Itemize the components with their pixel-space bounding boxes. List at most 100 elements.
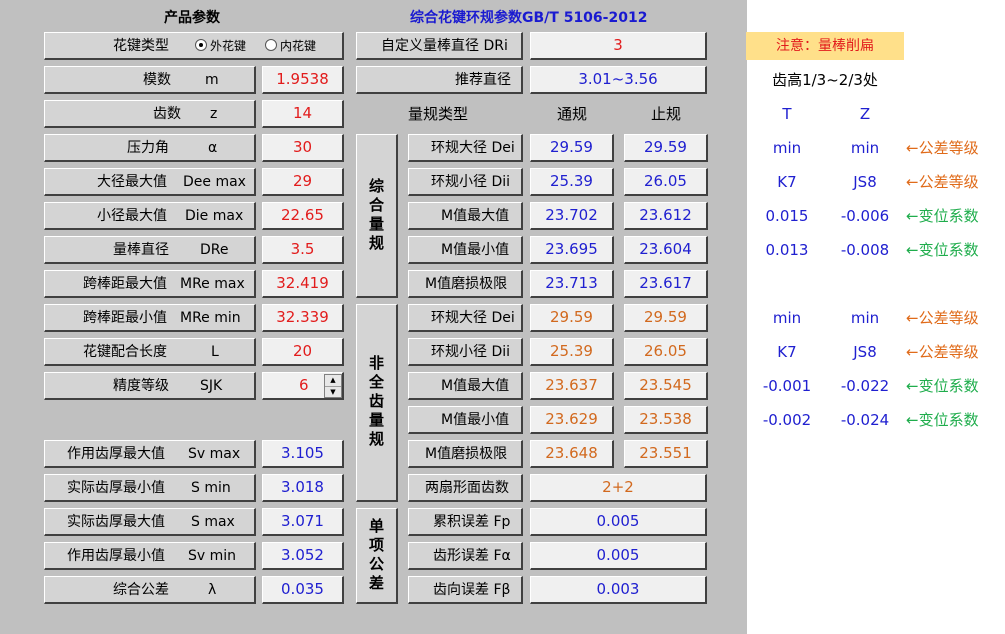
nc-row-mmin: M值最小值 [408, 406, 523, 434]
param-label-teeth: 齿数 z [44, 100, 256, 128]
comp-row-wear: M值磨损极限 [408, 270, 523, 298]
spline-type-label: 花键类型 [113, 38, 169, 54]
single-value-fbeta: 0.003 [530, 576, 707, 604]
side2-z-1: JS8 [853, 343, 877, 361]
ring-gauge-header: 综合花键环规参数GB/T 5106-2012 [410, 10, 648, 26]
radio-empty-icon [265, 39, 277, 51]
side1-z-2: -0.006 [840, 207, 890, 225]
radio-selected-icon [195, 39, 207, 51]
tol-value-lambda: 0.035 [262, 576, 344, 604]
tol-value-sv-min: 3.052 [262, 542, 344, 570]
side2-note-2: ←变位系数 [906, 377, 979, 395]
side1-t-2: 0.015 [765, 207, 809, 225]
side1-t-0: min [772, 139, 802, 157]
side1-note-3: ←变位系数 [906, 241, 979, 259]
nc-row-wear: M值磨损极限 [408, 440, 523, 468]
notice-badge: 注意：量棒削扁 [746, 32, 904, 60]
recommend-label: 推荐直径 [356, 66, 523, 94]
side2-t-2: -0.001 [762, 377, 812, 395]
side1-z-1: JS8 [853, 173, 877, 191]
side1-note-2: ←变位系数 [906, 207, 979, 225]
nc-nogo-mmin: 23.538 [624, 406, 708, 434]
param-value-pressure-angle[interactable]: 30 [262, 134, 344, 162]
col-header-t: T [782, 105, 792, 123]
param-value-minor-dia[interactable]: 22.65 [262, 202, 344, 230]
accuracy-spinner[interactable]: ▲ ▼ [324, 374, 342, 398]
tol-label-s-max: 实际齿厚最大值 S max [44, 508, 256, 536]
side2-note-3: ←变位系数 [906, 411, 979, 429]
param-value-length[interactable]: 20 [262, 338, 344, 366]
comp-go-dii: 25.39 [530, 168, 614, 196]
external-spline-radio[interactable]: 外花键 [195, 33, 246, 59]
nc-go-dei: 29.59 [530, 304, 614, 332]
comp-go-wear: 23.713 [530, 270, 614, 298]
nc-go-mmin: 23.629 [530, 406, 614, 434]
nc-nogo-mmax: 23.545 [624, 372, 708, 400]
side2-t-3: -0.002 [762, 411, 812, 429]
comp-go-mmax: 23.702 [530, 202, 614, 230]
comp-nogo-mmin: 23.604 [624, 236, 708, 264]
param-label-accuracy: 精度等级 SJK [44, 372, 256, 400]
tol-label-sv-max: 作用齿厚最大值 Sv max [44, 440, 256, 468]
param-value-teeth[interactable]: 14 [262, 100, 344, 128]
spline-type-row: 花键类型 外花键 内花键 [44, 32, 344, 60]
param-value-major-dia[interactable]: 29 [262, 168, 344, 196]
tol-value-sv-max: 3.105 [262, 440, 344, 468]
tol-label-sv-min: 作用齿厚最小值 Sv min [44, 542, 256, 570]
comp-go-dei: 29.59 [530, 134, 614, 162]
param-label-minor-dia: 小径最大值 Die max [44, 202, 256, 230]
col-header-z: Z [859, 105, 871, 123]
main-panel: 产品参数 综合花键环规参数GB/T 5106-2012 花键类型 外花键 内花键… [0, 0, 747, 634]
custom-dri-label: 自定义量棒直径 DRi [356, 32, 523, 60]
recommend-value: 3.01~3.56 [530, 66, 707, 94]
param-value-mre-max[interactable]: 32.419 [262, 270, 344, 298]
comp-nogo-wear: 23.617 [624, 270, 708, 298]
comp-row-dii: 环规小径 Dii [408, 168, 523, 196]
single-tolerance-title: 单项公差 [356, 508, 398, 604]
product-params-header: 产品参数 [164, 10, 220, 26]
comp-row-mmin: M值最小值 [408, 236, 523, 264]
side2-z-3: -0.024 [840, 411, 890, 429]
tol-label-s-min: 实际齿厚最小值 S min [44, 474, 256, 502]
side1-t-1: K7 [777, 173, 797, 191]
nogo-gauge-header: 止规 [650, 105, 681, 123]
nc-go-dii: 25.39 [530, 338, 614, 366]
param-label-mre-max: 跨棒距最大值 MRe max [44, 270, 256, 298]
single-row-falpha: 齿形误差 Fα [408, 542, 523, 570]
spin-down-icon[interactable]: ▼ [325, 387, 341, 398]
nc-sector-value: 2+2 [530, 474, 707, 502]
tol-value-s-min: 3.018 [262, 474, 344, 502]
side2-note-0: ←公差等级 [906, 309, 979, 327]
side1-note-0: ←公差等级 [906, 139, 979, 157]
param-label-pressure-angle: 压力角 α [44, 134, 256, 162]
nc-nogo-dei: 29.59 [624, 304, 708, 332]
comp-go-mmin: 23.695 [530, 236, 614, 264]
comp-nogo-mmax: 23.612 [624, 202, 708, 230]
spin-up-icon[interactable]: ▲ [325, 375, 341, 387]
side2-z-0: min [850, 309, 880, 327]
param-value-modulus[interactable]: 1.9538 [262, 66, 344, 94]
internal-spline-radio[interactable]: 内花键 [265, 33, 316, 59]
side1-t-3: 0.013 [765, 241, 809, 259]
nc-row-dei: 环规大径 Dei [408, 304, 523, 332]
gauge-type-label: 量规类型 [408, 105, 469, 123]
param-value-mre-min[interactable]: 32.339 [262, 304, 344, 332]
side2-t-0: min [772, 309, 802, 327]
nc-nogo-dii: 26.05 [624, 338, 708, 366]
param-label-major-dia: 大径最大值 Dee max [44, 168, 256, 196]
tol-label-lambda: 综合公差 λ [44, 576, 256, 604]
side2-t-1: K7 [777, 343, 797, 361]
param-label-modulus: 模数 m [44, 66, 256, 94]
single-row-fp: 累积误差 Fp [408, 508, 523, 536]
side1-z-0: min [850, 139, 880, 157]
custom-dri-value[interactable]: 3 [530, 32, 707, 60]
param-value-pin-dia[interactable]: 3.5 [262, 236, 344, 264]
go-gauge-header: 通规 [556, 105, 587, 123]
param-label-length: 花键配合长度 L [44, 338, 256, 366]
tooth-height-note: 齿高1/3~2/3处 [772, 71, 878, 89]
comp-row-dei: 环规大径 Dei [408, 134, 523, 162]
comprehensive-gauge-title: 综合量规 [356, 134, 398, 298]
side2-z-2: -0.022 [840, 377, 890, 395]
comp-nogo-dei: 29.59 [624, 134, 708, 162]
single-value-fp: 0.005 [530, 508, 707, 536]
